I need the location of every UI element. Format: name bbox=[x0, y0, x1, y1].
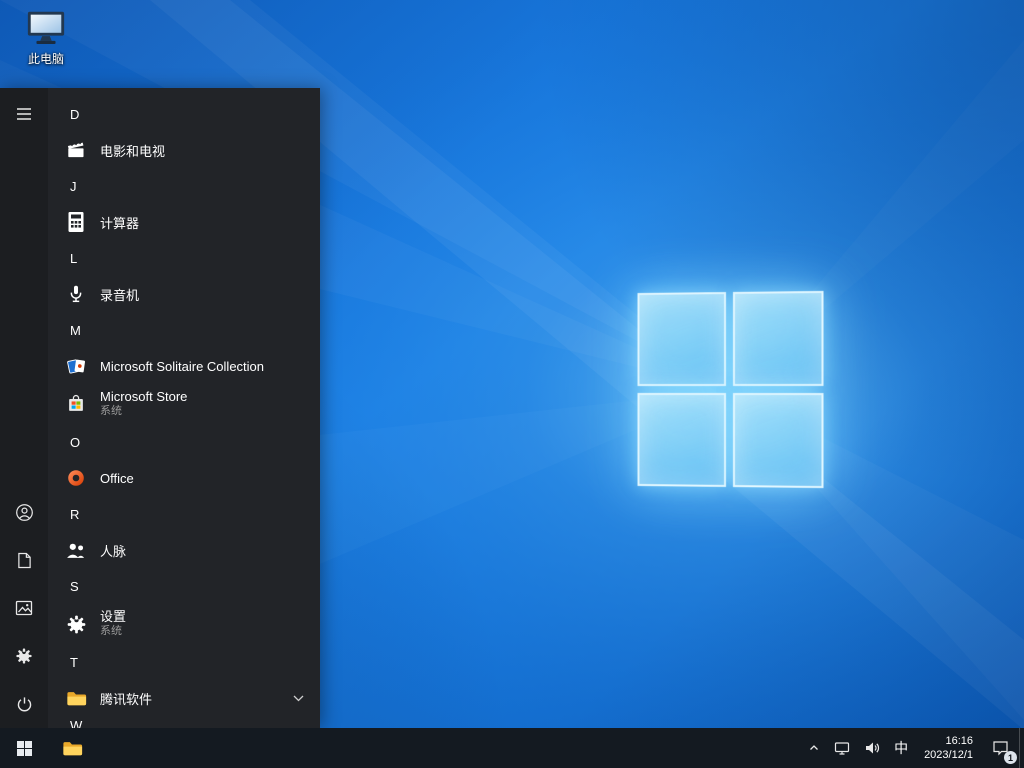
section-letter: T bbox=[70, 654, 78, 670]
logo-pane bbox=[637, 392, 727, 487]
system-tray: 中 16:16 2023/12/1 1 bbox=[801, 728, 1024, 768]
section-letter: S bbox=[70, 578, 79, 594]
clock[interactable]: 16:16 2023/12/1 bbox=[915, 728, 982, 768]
start-app-settings[interactable]: 设置 系统 bbox=[48, 604, 320, 644]
start-app-people[interactable]: 人脉 bbox=[48, 532, 320, 568]
app-label: 计算器 bbox=[100, 215, 140, 231]
hidden-icons-button[interactable] bbox=[801, 728, 827, 768]
start-app-list: D 电影和电视 J 计算器 L 录音机 M Microsoft Solitair… bbox=[48, 88, 320, 728]
user-icon bbox=[15, 503, 33, 521]
playing-cards-icon bbox=[64, 354, 88, 378]
display-network-icon bbox=[834, 742, 850, 755]
app-subtitle: 系统 bbox=[100, 625, 122, 638]
start-section-letter-r[interactable]: R bbox=[48, 496, 320, 532]
start-app-calculator[interactable]: 计算器 bbox=[48, 204, 320, 240]
app-label: 电影和电视 bbox=[100, 143, 166, 159]
start-section-letter-d[interactable]: D bbox=[48, 96, 320, 132]
folder-icon bbox=[64, 686, 88, 710]
hamburger-icon bbox=[17, 108, 31, 120]
start-section-letter-s[interactable]: S bbox=[48, 568, 320, 604]
pictures-icon bbox=[15, 600, 33, 616]
microphone-icon bbox=[64, 282, 88, 306]
app-label: Microsoft Store bbox=[100, 389, 188, 405]
start-app-office[interactable]: Office bbox=[48, 460, 320, 496]
account-button[interactable] bbox=[0, 488, 48, 536]
pictures-button[interactable] bbox=[0, 584, 48, 632]
action-center-button[interactable]: 1 bbox=[982, 728, 1019, 768]
clock-date: 2023/12/1 bbox=[924, 749, 973, 761]
start-menu: D 电影和电视 J 计算器 L 录音机 M Microsoft Solitair… bbox=[0, 88, 320, 728]
section-letter: O bbox=[70, 434, 81, 450]
section-letter: D bbox=[70, 106, 80, 122]
logo-pane bbox=[637, 292, 727, 387]
start-section-letter-m[interactable]: M bbox=[48, 312, 320, 348]
chevron-up-icon bbox=[810, 745, 819, 750]
desktop-icon-this-pc[interactable]: 此电脑 bbox=[12, 6, 80, 71]
clock-time: 16:16 bbox=[945, 734, 973, 747]
network-button[interactable] bbox=[827, 728, 857, 768]
people-icon bbox=[64, 538, 88, 562]
section-letter: M bbox=[70, 322, 81, 338]
ime-indicator[interactable]: 中 bbox=[887, 728, 915, 768]
start-section-letter-t[interactable]: T bbox=[48, 644, 320, 680]
gear-icon bbox=[15, 647, 33, 665]
volume-button[interactable] bbox=[857, 728, 887, 768]
start-menu-rail bbox=[0, 88, 48, 728]
this-pc-label: 此电脑 bbox=[27, 52, 64, 66]
computer-monitor-icon bbox=[27, 11, 65, 44]
windows-logo-wallpaper bbox=[637, 290, 824, 489]
logo-pane bbox=[732, 290, 824, 386]
document-icon bbox=[17, 552, 31, 568]
folder-icon bbox=[61, 737, 84, 760]
app-label: 人脉 bbox=[100, 543, 127, 559]
power-button[interactable] bbox=[0, 680, 48, 728]
windows-desktop: 此电脑 D 电影和电视 J 计算器 L 录音机 M Microsoft Soli… bbox=[0, 0, 1024, 768]
start-section-letter-w[interactable]: W bbox=[48, 716, 320, 728]
logo-pane bbox=[732, 393, 824, 489]
start-app-voice-recorder[interactable]: 录音机 bbox=[48, 276, 320, 312]
office-icon bbox=[64, 466, 88, 490]
app-label: 设置 bbox=[100, 609, 127, 625]
chevron-down-icon[interactable] bbox=[293, 695, 304, 702]
start-section-letter-o[interactable]: O bbox=[48, 424, 320, 460]
file-explorer-button[interactable] bbox=[48, 728, 96, 768]
start-app-microsoft-store[interactable]: Microsoft Store 系统 bbox=[48, 384, 320, 424]
taskbar: 中 16:16 2023/12/1 1 bbox=[0, 728, 1024, 768]
app-label: Microsoft Solitaire Collection bbox=[100, 358, 265, 374]
gear-icon bbox=[64, 612, 88, 636]
start-button[interactable] bbox=[0, 728, 48, 768]
store-icon bbox=[64, 392, 88, 416]
start-app-solitaire[interactable]: Microsoft Solitaire Collection bbox=[48, 348, 320, 384]
start-app-tencent-folder[interactable]: 腾讯软件 bbox=[48, 680, 320, 716]
windows-logo-icon bbox=[16, 740, 32, 756]
show-desktop-button[interactable] bbox=[1019, 728, 1024, 768]
start-app-movies-tv[interactable]: 电影和电视 bbox=[48, 132, 320, 168]
app-label: 腾讯软件 bbox=[100, 691, 153, 707]
app-label: Office bbox=[100, 470, 134, 486]
notification-badge: 1 bbox=[1004, 751, 1017, 764]
speaker-icon bbox=[866, 742, 880, 754]
start-section-letter-l[interactable]: L bbox=[48, 240, 320, 276]
start-section-letter-j[interactable]: J bbox=[48, 168, 320, 204]
app-subtitle: 系统 bbox=[100, 405, 122, 418]
documents-button[interactable] bbox=[0, 536, 48, 584]
section-letter: R bbox=[70, 506, 80, 522]
calculator-icon bbox=[64, 210, 88, 234]
app-label: 录音机 bbox=[100, 287, 140, 303]
section-letter: W bbox=[70, 718, 83, 728]
section-letter: J bbox=[70, 178, 77, 194]
power-icon bbox=[17, 696, 31, 711]
hamburger-menu-button[interactable] bbox=[0, 90, 48, 138]
movies-tv-icon bbox=[64, 138, 88, 162]
settings-button[interactable] bbox=[0, 632, 48, 680]
section-letter: L bbox=[70, 250, 78, 266]
